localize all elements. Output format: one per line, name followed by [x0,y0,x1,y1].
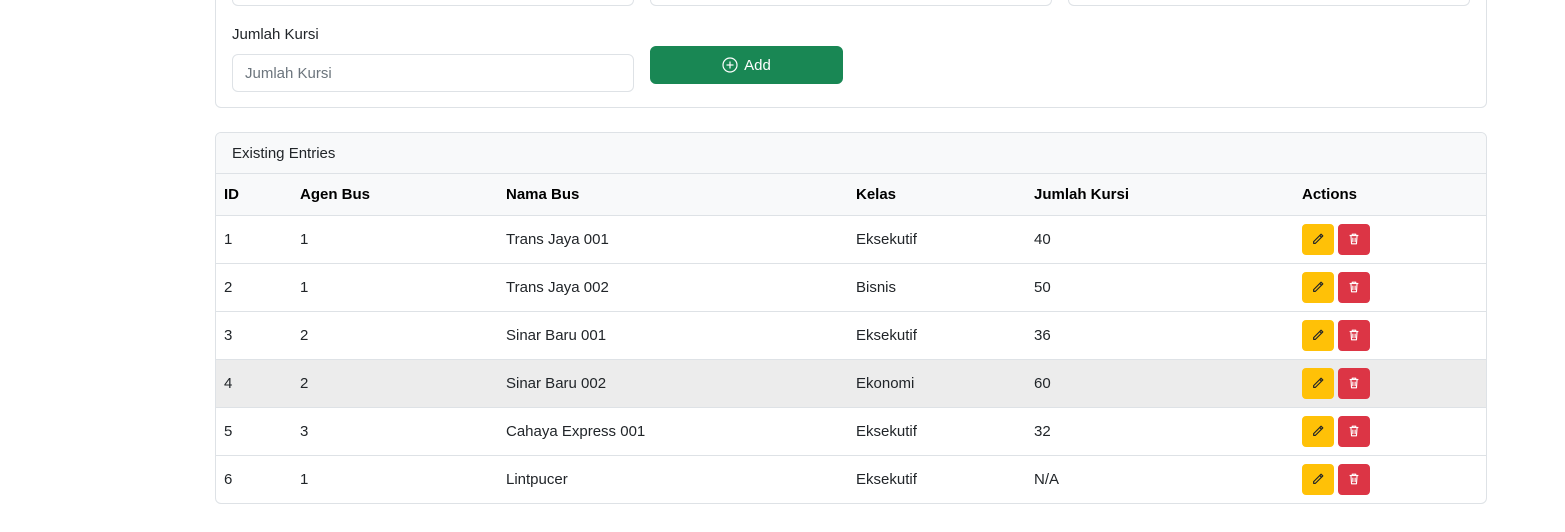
cell-actions [1294,215,1486,263]
delete-button[interactable] [1338,223,1370,255]
cell-nama-bus: Sinar Baru 001 [506,326,607,344]
pencil-icon [1313,377,1324,388]
cell-kelas: Eksekutif [856,230,917,248]
edit-button[interactable] [1302,223,1334,255]
row-actions [1302,319,1478,351]
cell-kelas: Eksekutif [856,422,917,440]
cell-agen-bus: 2 [300,374,309,392]
cell-actions [1294,407,1486,455]
add-entry-form: Jumlah Kursi Add [215,0,1487,108]
delete-button[interactable] [1338,367,1370,399]
cell-id: 2 [224,278,233,296]
cell-kelas: Ekonomi [856,374,915,392]
cell-jumlah-kursi: 36 [1034,326,1051,344]
cell-actions [1294,311,1486,359]
cell-actions [1294,455,1486,503]
column-header-actions: Actions [1302,185,1358,203]
plus-circle-icon [722,57,738,73]
column-header-id: ID [224,185,239,203]
cell-nama-bus: Trans Jaya 002 [506,278,609,296]
cell-agen-bus: 2 [300,326,309,344]
cell-id: 1 [224,230,233,248]
table-row: 2 1 Trans Jaya 002 Bisnis 50 [216,263,1486,311]
trash-icon [1349,329,1359,341]
form-input-partial[interactable] [1068,0,1470,6]
cell-actions [1294,359,1486,407]
delete-button[interactable] [1338,463,1370,495]
cell-agen-bus: 1 [300,278,309,296]
cell-jumlah-kursi: N/A [1034,470,1060,488]
cell-jumlah-kursi: 40 [1034,230,1051,248]
trash-icon [1349,233,1359,245]
cell-nama-bus: Trans Jaya 001 [506,230,609,248]
existing-entries-header: Existing Entries [216,133,1486,174]
edit-button[interactable] [1302,463,1334,495]
form-input-partial[interactable] [232,0,634,6]
table-row: 1 1 Trans Jaya 001 Eksekutif 40 [216,215,1486,263]
edit-button[interactable] [1302,367,1334,399]
cell-id: 4 [224,374,233,392]
cell-id: 3 [224,326,233,344]
edit-button[interactable] [1302,319,1334,351]
cell-nama-bus: Sinar Baru 002 [506,374,607,392]
cell-jumlah-kursi: 50 [1034,278,1051,296]
table-row: 5 3 Cahaya Express 001 Eksekutif 32 [216,407,1486,455]
row-actions [1302,223,1478,255]
cell-kelas: Eksekutif [856,326,917,344]
jumlah-kursi-input[interactable] [232,54,634,92]
pencil-icon [1313,329,1324,340]
pencil-icon [1313,425,1324,436]
form-input-partial[interactable] [650,0,1052,6]
table-header-row: ID Agen Bus Nama Bus Kelas Jumlah Kursi … [216,174,1486,215]
row-actions [1302,271,1478,303]
cell-kelas: Eksekutif [856,470,917,488]
table-row: 3 2 Sinar Baru 001 Eksekutif 36 [216,311,1486,359]
pencil-icon [1313,233,1324,244]
trash-icon [1349,281,1359,293]
delete-button[interactable] [1338,415,1370,447]
trash-icon [1349,425,1359,437]
pencil-icon [1313,281,1324,292]
cell-id: 5 [224,422,233,440]
cell-actions [1294,263,1486,311]
column-header-jumlah-kursi: Jumlah Kursi [1034,185,1130,203]
column-header-agen-bus: Agen Bus [300,185,371,203]
cell-id: 6 [224,470,233,488]
trash-icon [1349,377,1359,389]
trash-icon [1349,473,1359,485]
column-header-nama-bus: Nama Bus [506,185,580,203]
cell-jumlah-kursi: 60 [1034,374,1051,392]
delete-button[interactable] [1338,319,1370,351]
cell-nama-bus: Lintpucer [506,470,568,488]
row-actions [1302,415,1478,447]
add-button-label: Add [744,56,771,74]
row-actions [1302,463,1478,495]
entries-table: ID Agen Bus Nama Bus Kelas Jumlah Kursi … [216,174,1486,503]
cell-agen-bus: 3 [300,422,309,440]
column-header-kelas: Kelas [856,185,897,203]
add-button[interactable]: Add [650,46,843,84]
cell-nama-bus: Cahaya Express 001 [506,422,646,440]
delete-button[interactable] [1338,271,1370,303]
table-row: 6 1 Lintpucer Eksekutif N/A [216,455,1486,503]
edit-button[interactable] [1302,271,1334,303]
table-row: 4 2 Sinar Baru 002 Ekonomi 60 [216,359,1486,407]
jumlah-kursi-label: Jumlah Kursi [232,26,319,43]
existing-entries-card: Existing Entries ID Agen Bus Nama Bus Ke… [215,132,1487,504]
row-actions [1302,367,1478,399]
cell-agen-bus: 1 [300,230,309,248]
cell-jumlah-kursi: 32 [1034,422,1051,440]
cell-kelas: Bisnis [856,278,897,296]
edit-button[interactable] [1302,415,1334,447]
cell-agen-bus: 1 [300,470,309,488]
pencil-icon [1313,473,1324,485]
